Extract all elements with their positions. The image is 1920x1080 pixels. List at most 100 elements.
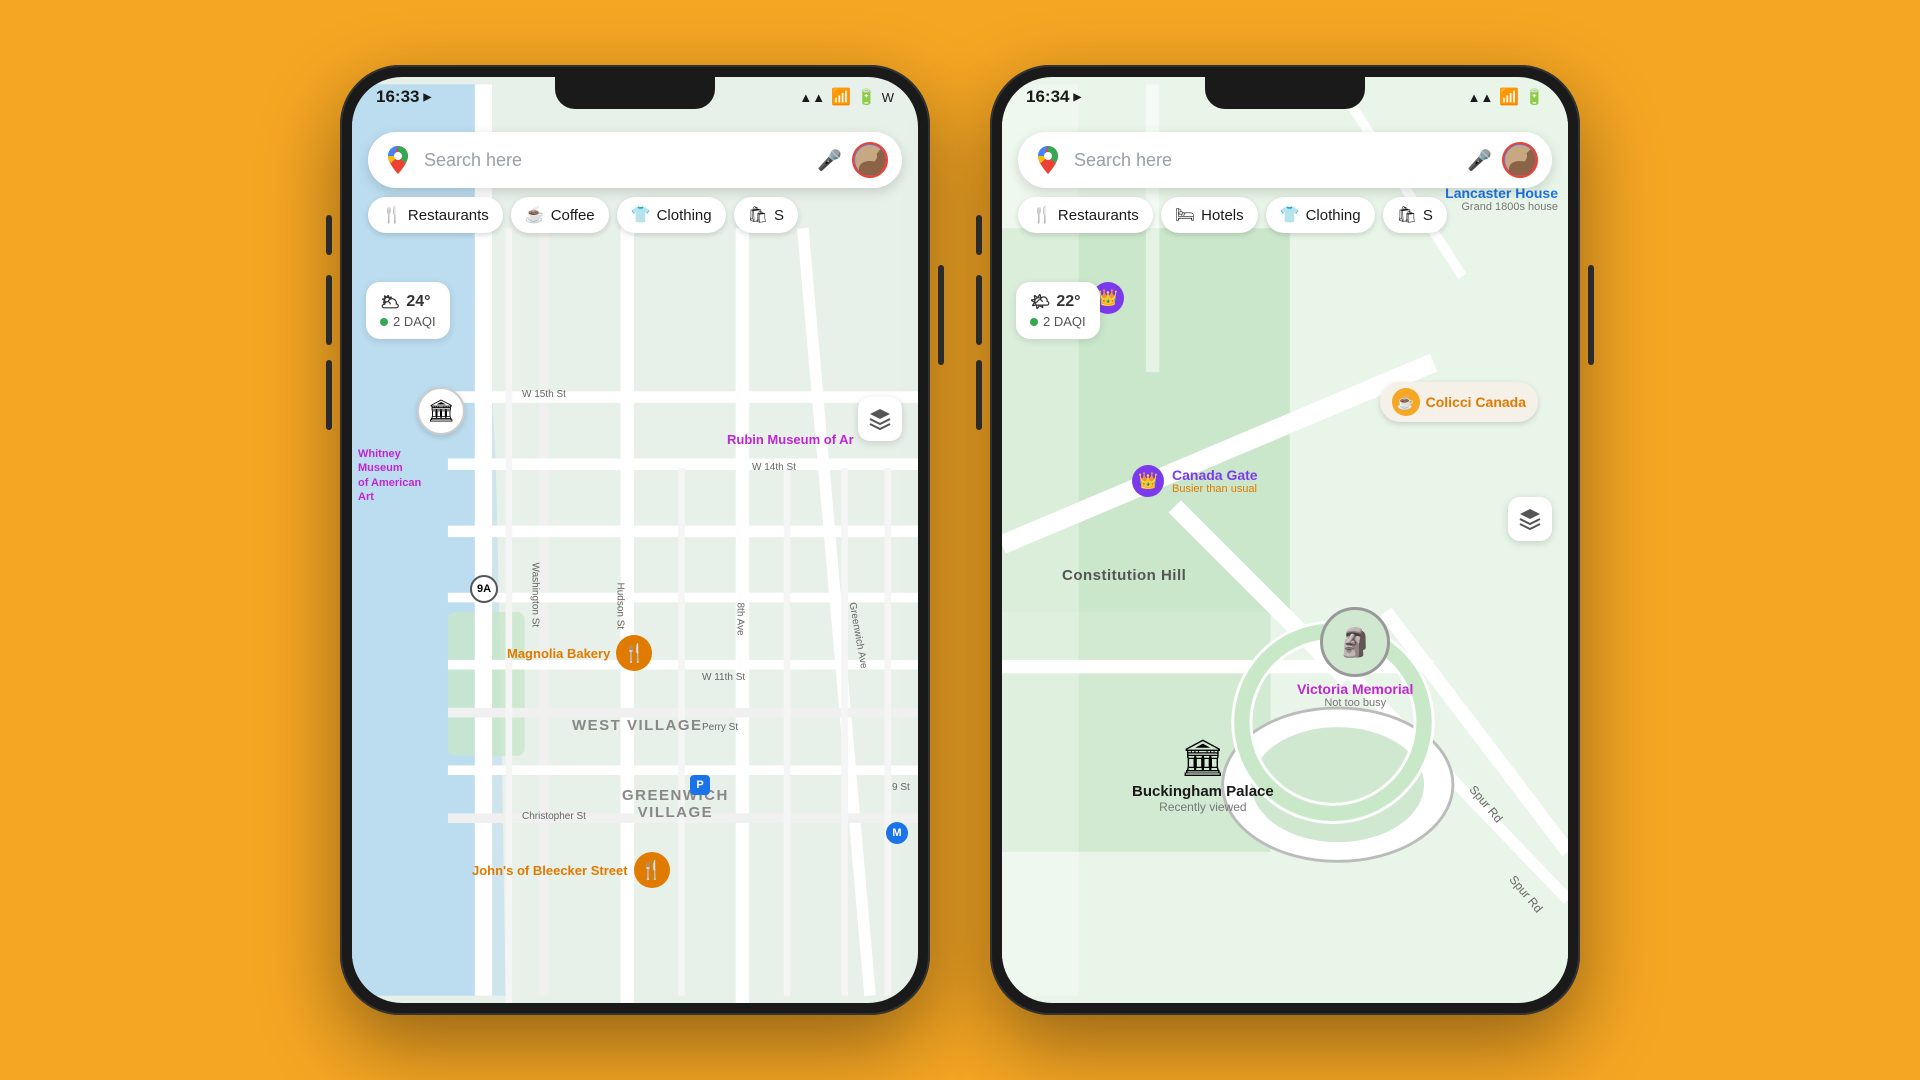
chip-shopping-2[interactable]: 🛍 S — [1383, 197, 1447, 233]
w14-st-label: W 14th St — [752, 462, 796, 473]
shopping-icon-1: 🛍 — [748, 205, 768, 225]
layers-button-1[interactable] — [858, 397, 902, 441]
colicci-canada-marker[interactable]: ☕ Colicci Canada — [1380, 382, 1538, 422]
google-maps-logo-1 — [382, 144, 414, 176]
mute-button[interactable] — [326, 215, 332, 255]
chip-clothing-2[interactable]: 👕 Clothing — [1266, 197, 1375, 233]
status-time-2: 16:34 ▶ — [1026, 87, 1081, 107]
restaurants-icon: 🍴 — [382, 205, 402, 225]
signal-icon-2: ▲▲ — [1468, 90, 1494, 105]
volume-down-button-2[interactable] — [976, 360, 982, 430]
power-button-2[interactable] — [1588, 265, 1594, 365]
chip-coffee-1[interactable]: ☕ Coffee — [511, 197, 609, 233]
buckingham-icon: 🏛 — [1132, 737, 1274, 779]
buckingham-title: Buckingham Palace — [1132, 783, 1274, 800]
layers-icon-1 — [868, 407, 892, 431]
lancaster-label: Lancaster House Grand 1800s house — [1445, 185, 1558, 213]
wifi-icon-2: 📶 — [1499, 87, 1519, 107]
west-village-label: WEST VILLAGE — [572, 717, 703, 734]
whitney-museum-marker[interactable]: 🏛 — [417, 387, 465, 435]
weather-icon-1: 🌥 — [380, 292, 400, 312]
colicci-label: Colicci Canada — [1426, 394, 1526, 410]
notch — [555, 77, 715, 109]
filter-chips-2: 🍴 Restaurants 🛏 Hotels 👕 Clothing 🛍 S — [1018, 197, 1447, 233]
chip-hotels-2[interactable]: 🛏 Hotels — [1161, 197, 1258, 233]
phone-2: 16:34 ▶ ▲▲ 📶 🔋 Lancaster House Grand 180… — [990, 65, 1580, 1015]
phone-2-screen: 16:34 ▶ ▲▲ 📶 🔋 Lancaster House Grand 180… — [1002, 77, 1568, 1003]
greenwich-village-label: GREENWICHVILLAGE — [622, 787, 729, 821]
search-placeholder-1: Search here — [424, 150, 807, 171]
shopping-icon-2: 🛍 — [1397, 205, 1417, 225]
buckingham-palace-marker[interactable]: 🏛 Buckingham Palace Recently viewed — [1132, 737, 1274, 814]
mute-button-2[interactable] — [976, 215, 982, 255]
notch-2 — [1205, 77, 1365, 109]
weather-icon-2: 🌤 — [1030, 292, 1050, 312]
johns-icon: 🍴 — [634, 852, 670, 888]
mic-icon-2[interactable]: 🎤 — [1467, 148, 1492, 173]
washington-st-label: Washington St — [530, 563, 541, 628]
volume-up-button[interactable] — [326, 275, 332, 345]
chip-shopping-1[interactable]: 🛍 S — [734, 197, 798, 233]
nav-arrow-icon-2: ▶ — [1073, 92, 1081, 103]
search-bar-2[interactable]: Search here 🎤 — [1018, 132, 1552, 188]
canada-gate-title: Canada Gate — [1172, 467, 1258, 483]
canada-gate-info: Canada Gate Busier than usual — [1172, 467, 1258, 495]
chip-clothing-1[interactable]: 👕 Clothing — [617, 197, 726, 233]
weather-widget-2: 🌤 22° 2 DAQI — [1016, 282, 1100, 339]
victoria-memorial-marker[interactable]: 🗿 Victoria Memorial Not too busy — [1297, 607, 1413, 709]
w15-st-label: W 15th St — [522, 389, 566, 400]
layers-icon-2 — [1518, 507, 1542, 531]
route-9a-marker: 9A — [470, 575, 498, 603]
search-placeholder-2: Search here — [1074, 150, 1457, 171]
chip-restaurants-1[interactable]: 🍴 Restaurants — [368, 197, 503, 233]
volume-up-button-2[interactable] — [976, 275, 982, 345]
carrier-label: W — [882, 90, 894, 105]
battery-icon: 🔋 — [857, 88, 876, 106]
layers-button-2[interactable] — [1508, 497, 1552, 541]
perry-st-label: Perry St — [702, 722, 738, 733]
hudson-st-label: Hudson St — [615, 583, 626, 630]
magnolia-bakery-marker[interactable]: Magnolia Bakery 🍴 — [507, 635, 652, 671]
victoria-title: Victoria Memorial — [1297, 681, 1413, 697]
avatar-1[interactable] — [852, 142, 888, 178]
hotels-icon: 🛏 — [1175, 205, 1195, 225]
canada-gate-marker[interactable]: 👑 Canada Gate Busier than usual — [1132, 465, 1258, 497]
parking-1: P — [690, 775, 710, 795]
volume-down-button[interactable] — [326, 360, 332, 430]
filter-chips-1: 🍴 Restaurants ☕ Coffee 👕 Clothing 🛍 S — [368, 197, 798, 233]
air-quality-dot-1 — [380, 318, 388, 326]
status-time-1: 16:33 ▶ — [376, 87, 431, 107]
victoria-circle: 🗿 — [1320, 607, 1390, 677]
status-icons-1: ▲▲ 📶 🔋 W — [799, 87, 894, 107]
avatar-2[interactable] — [1502, 142, 1538, 178]
coffee-icon: ☕ — [525, 205, 545, 225]
victoria-sub: Not too busy — [1297, 697, 1413, 709]
whitney-label: Whitney Museum of American Art — [358, 447, 421, 504]
johns-bleecker-marker[interactable]: John's of Bleecker Street 🍴 — [472, 852, 670, 888]
clothing-icon-2: 👕 — [1280, 205, 1300, 225]
weather-widget-1: 🌥 24° 2 DAQI — [366, 282, 450, 339]
battery-icon-2: 🔋 — [1525, 88, 1544, 106]
phone-1: 16:33 ▶ ▲▲ 📶 🔋 W Search here 🎤 — [340, 65, 930, 1015]
subway-m-2: M — [886, 822, 908, 844]
christopher-st-label: Christopher St — [522, 811, 586, 822]
rubin-museum-label: Rubin Museum of Ar — [727, 432, 854, 447]
w11-st-label: W 11th St — [702, 672, 745, 683]
colicci-icon: ☕ — [1392, 388, 1420, 416]
mic-icon-1[interactable]: 🎤 — [817, 148, 842, 173]
constitution-hill-label: Constitution Hill — [1062, 567, 1186, 584]
restaurants-icon-2: 🍴 — [1032, 205, 1052, 225]
8th-ave-label: 8th Ave — [735, 603, 746, 636]
clothing-icon-1: 👕 — [631, 205, 651, 225]
signal-icon: ▲▲ — [799, 90, 825, 105]
wifi-icon: 📶 — [831, 87, 851, 107]
status-icons-2: ▲▲ 📶 🔋 — [1468, 87, 1544, 107]
nav-arrow-icon: ▶ — [423, 92, 431, 103]
johns-label: John's of Bleecker Street — [472, 863, 628, 878]
search-bar-1[interactable]: Search here 🎤 — [368, 132, 902, 188]
canada-gate-sub: Busier than usual — [1172, 483, 1258, 495]
power-button[interactable] — [938, 265, 944, 365]
air-quality-dot-2 — [1030, 318, 1038, 326]
phone-1-screen: 16:33 ▶ ▲▲ 📶 🔋 W Search here 🎤 — [352, 77, 918, 1003]
chip-restaurants-2[interactable]: 🍴 Restaurants — [1018, 197, 1153, 233]
